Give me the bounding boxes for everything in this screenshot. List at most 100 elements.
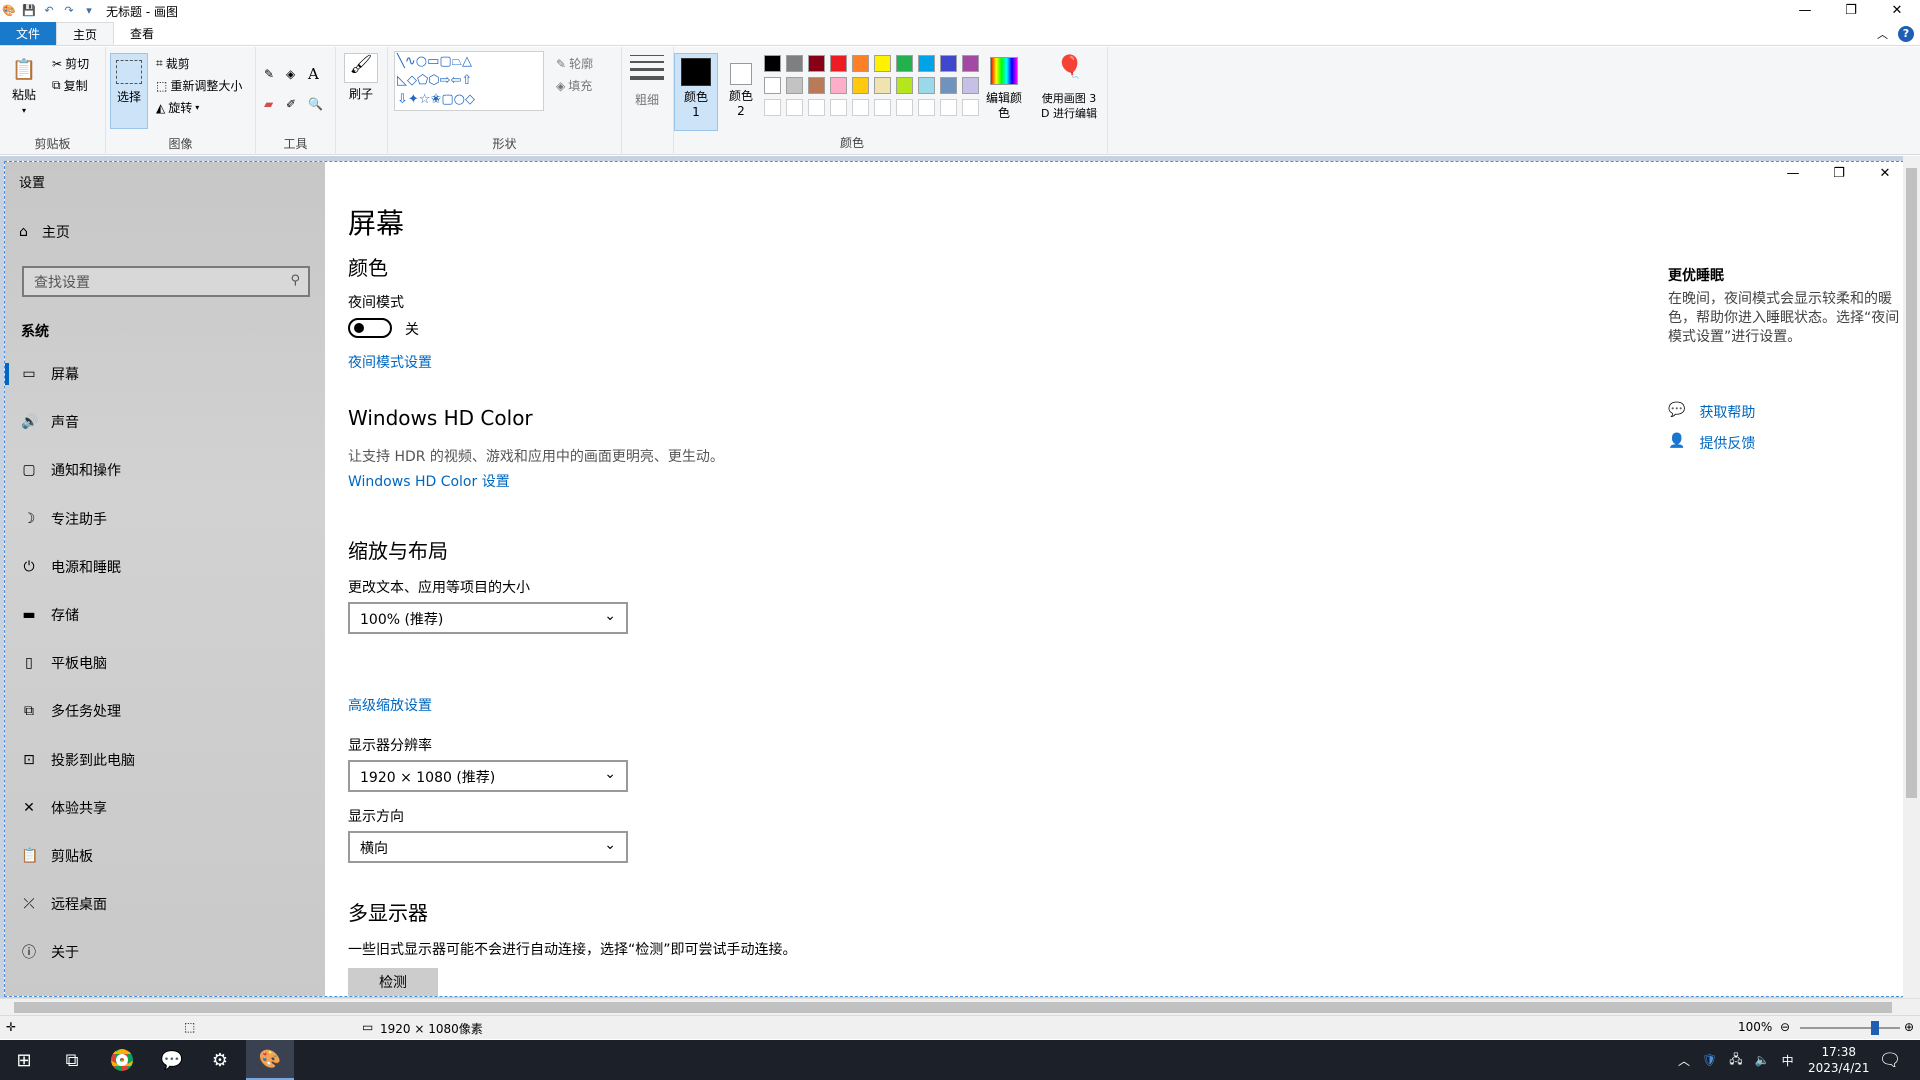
fill-bucket-icon[interactable]: ◈ — [286, 67, 295, 81]
tab-view[interactable]: 查看 — [114, 22, 170, 45]
sidebar-item[interactable]: ⏻ 电源和睡眠 — [5, 547, 325, 587]
color1-button[interactable]: 颜色 1 — [674, 53, 718, 131]
horizontal-scroll-thumb[interactable] — [14, 1002, 1892, 1013]
color-swatch[interactable] — [918, 77, 935, 94]
get-help-link[interactable]: 💬 获取帮助 — [1668, 402, 1755, 422]
sidebar-item[interactable]: ⊡ 投影到此电脑 — [5, 740, 325, 780]
custom-color-swatch[interactable] — [940, 99, 957, 116]
copy-button[interactable]: ⧉ 复制 — [52, 77, 88, 94]
color-swatch[interactable] — [874, 77, 891, 94]
network-icon[interactable]: 🖧 — [1729, 1050, 1742, 1071]
hd-color-settings-link[interactable]: Windows HD Color 设置 — [348, 471, 510, 491]
magnifier-icon[interactable]: 🔍 — [308, 97, 323, 111]
shapes-gallery[interactable]: ╲∿○▭▢⏢△ ◺◇⬠⬡⇨⇦⇧ ⇩✦☆✬▢○◇ — [394, 51, 544, 111]
sidebar-item[interactable]: ✕ 体验共享 — [5, 788, 325, 828]
help-icon[interactable]: ? — [1898, 26, 1914, 42]
color-swatch[interactable] — [874, 55, 891, 72]
wechat-icon[interactable]: 💬 — [148, 1040, 196, 1080]
select-button[interactable]: 选择 — [110, 53, 148, 129]
collapse-ribbon-icon[interactable]: ︿ — [1877, 26, 1888, 42]
custom-color-swatch[interactable] — [852, 99, 869, 116]
save-icon[interactable]: 💾 — [22, 4, 36, 18]
sidebar-item[interactable]: ▬ 存储 — [5, 595, 325, 635]
sidebar-item[interactable]: 🔊 声音 — [5, 402, 325, 442]
scale-dropdown[interactable]: 100% (推荐) ⌄ — [348, 602, 628, 634]
color-swatch[interactable] — [830, 55, 847, 72]
action-center-icon[interactable]: 🗨 — [1866, 1040, 1914, 1080]
tray-overflow-icon[interactable]: ︿ — [1678, 1052, 1690, 1069]
crop-button[interactable]: ⌗ 裁剪 — [156, 55, 190, 72]
sidebar-item[interactable]: ▭ 屏幕 — [5, 354, 325, 394]
restore-button[interactable]: ❐ — [1828, 0, 1874, 22]
sidebar-item[interactable]: ▢ 通知和操作 — [5, 450, 325, 490]
close-button[interactable]: ✕ — [1874, 0, 1920, 22]
sidebar-item[interactable]: ⧉ 多任务处理 — [5, 691, 325, 731]
night-mode-settings-link[interactable]: 夜间模式设置 — [348, 352, 432, 372]
sidebar-item[interactable]: 📋 剪贴板 — [5, 836, 325, 876]
sidebar-item[interactable]: ⤫ 远程桌面 — [5, 884, 325, 924]
color-swatch[interactable] — [962, 77, 979, 94]
brush-icon[interactable]: 🖌 — [344, 53, 378, 83]
undo-icon[interactable]: ↶ — [42, 4, 56, 18]
horizontal-scrollbar[interactable] — [0, 998, 1920, 1015]
color-swatch[interactable] — [918, 55, 935, 72]
brush-button[interactable]: 刷子 — [346, 87, 376, 102]
sidebar-item[interactable]: ☽ 专注助手 — [5, 499, 325, 539]
shield-icon[interactable]: 🛡 — [1702, 1053, 1717, 1067]
nav-home[interactable]: ⌂ 主页 — [19, 222, 70, 242]
canvas-image[interactable]: 设置 ⌂ 主页 查找设置 ⚲ 系统 ▭ 屏幕 🔊 声音 ▢ 通知和操作 ☽ 专注助手 ⏻ 电源和睡眠 ▬… — [4, 161, 1909, 997]
paste-button[interactable]: 📋 粘贴 ▾ — [10, 55, 38, 115]
custom-color-swatch[interactable] — [786, 99, 803, 116]
zoom-in-icon[interactable]: ⊕ — [1904, 1020, 1914, 1034]
custom-color-swatch[interactable] — [808, 99, 825, 116]
eraser-icon[interactable]: ▰ — [264, 97, 273, 111]
color-swatch[interactable] — [940, 77, 957, 94]
redo-icon[interactable]: ↷ — [62, 4, 76, 18]
sidebar-item[interactable]: ▯ 平板电脑 — [5, 643, 325, 683]
color-swatch[interactable] — [940, 55, 957, 72]
color-swatch[interactable] — [830, 77, 847, 94]
feedback-link[interactable]: 👤 提供反馈 — [1668, 433, 1755, 453]
custom-color-swatch[interactable] — [962, 99, 979, 116]
settings-search-input[interactable]: 查找设置 ⚲ — [22, 266, 310, 297]
color-swatch[interactable] — [786, 55, 803, 72]
chrome-icon[interactable] — [98, 1040, 146, 1080]
pencil-icon[interactable]: ✎ — [264, 67, 274, 81]
cut-button[interactable]: ✂ 剪切 — [52, 55, 89, 72]
custom-color-swatch[interactable] — [830, 99, 847, 116]
line-size-icon[interactable] — [630, 55, 664, 80]
clock[interactable]: 17:38 2023/4/21 — [1808, 1040, 1870, 1080]
size-button[interactable]: 粗细 — [632, 93, 662, 108]
color-swatch[interactable] — [962, 55, 979, 72]
start-windows-icon[interactable]: ⊞ — [0, 1040, 48, 1080]
tab-file[interactable]: 文件 — [0, 22, 57, 45]
zoom-slider[interactable] — [1800, 1021, 1900, 1035]
volume-icon[interactable]: 🔈 — [1755, 1053, 1770, 1067]
color-swatch[interactable] — [852, 77, 869, 94]
custom-color-swatch[interactable] — [896, 99, 913, 116]
task-view-icon[interactable]: ⧉ — [48, 1040, 96, 1080]
color-swatch[interactable] — [852, 55, 869, 72]
edit-colors-button[interactable]: 编辑颜色 — [982, 47, 1030, 155]
vertical-scroll-thumb[interactable] — [1906, 168, 1917, 798]
color2-button[interactable]: 颜色 2 — [720, 47, 762, 155]
color-swatch[interactable] — [808, 77, 825, 94]
minimize-button[interactable]: — — [1782, 0, 1828, 22]
resize-button[interactable]: ⬚ 重新调整大小 — [156, 77, 242, 94]
text-tool-icon[interactable]: A — [308, 65, 319, 83]
resolution-dropdown[interactable]: 1920 × 1080 (推荐) ⌄ — [348, 760, 628, 792]
fill-button[interactable]: ◈ 填充 — [556, 77, 592, 94]
night-mode-toggle[interactable] — [348, 318, 392, 338]
paint3d-button[interactable]: 🎈 使用画图 3 D 进行编辑 — [1030, 47, 1108, 155]
vertical-scrollbar[interactable] — [1903, 156, 1920, 998]
color-picker-icon[interactable]: ✐ — [286, 97, 296, 111]
canvas-area[interactable]: 设置 ⌂ 主页 查找设置 ⚲ 系统 ▭ 屏幕 🔊 声音 ▢ 通知和操作 ☽ 专注助手 ⏻ 电源和睡眠 ▬… — [0, 156, 1920, 998]
tab-home[interactable]: 主页 — [56, 22, 115, 45]
custom-color-swatch[interactable] — [764, 99, 781, 116]
custom-color-swatch[interactable] — [918, 99, 935, 116]
orientation-dropdown[interactable]: 横向 ⌄ — [348, 831, 628, 863]
custom-color-swatch[interactable] — [874, 99, 891, 116]
color-swatch[interactable] — [808, 55, 825, 72]
outline-button[interactable]: ✎ 轮廓 — [556, 55, 593, 72]
customize-icon[interactable]: ▾ — [82, 4, 96, 18]
